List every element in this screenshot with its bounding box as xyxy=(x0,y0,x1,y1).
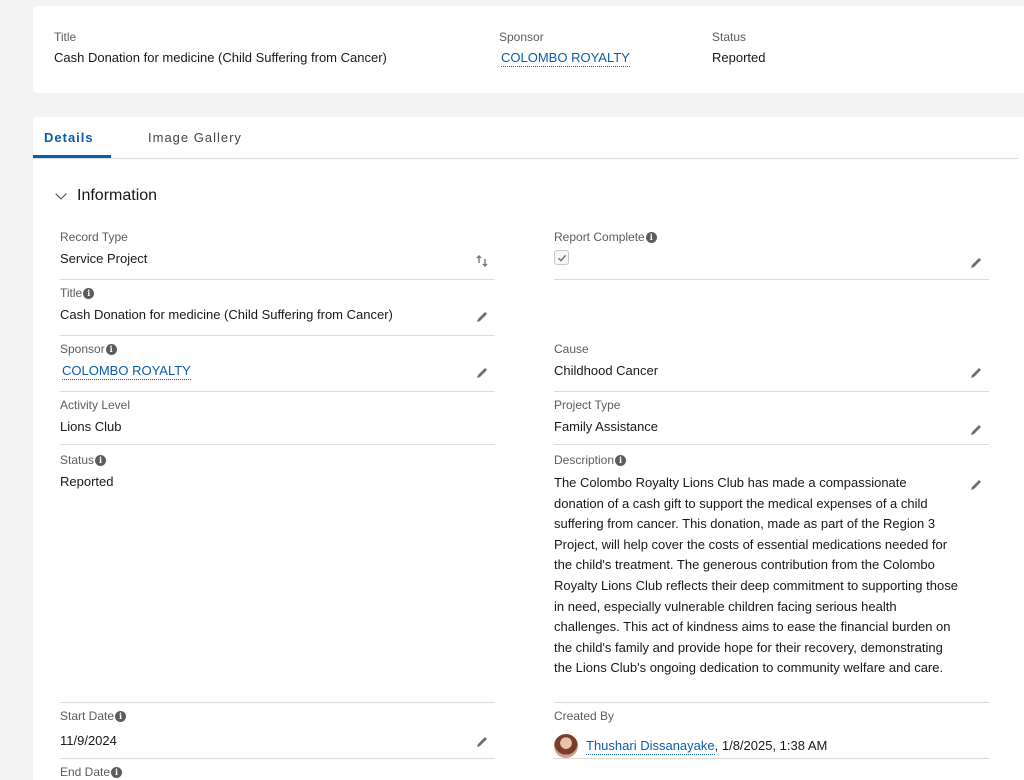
field-activity-level: Activity Level Lions Club xyxy=(60,398,495,445)
active-tab-indicator xyxy=(33,155,111,158)
info-icon[interactable]: i xyxy=(615,454,627,466)
highlight-title-label: Title xyxy=(54,30,77,44)
project-type-value: Family Assistance xyxy=(554,419,659,434)
highlight-sponsor: Sponsor COLOMBO ROYALTY xyxy=(499,30,630,67)
tab-details[interactable]: Details xyxy=(44,130,94,145)
section-title: Information xyxy=(77,187,158,204)
field-description: Description i The Colombo Royalty Lions C… xyxy=(554,453,989,703)
avatar xyxy=(554,734,578,758)
info-icon[interactable]: i xyxy=(95,454,107,466)
report-complete-checkbox xyxy=(554,250,569,265)
highlight-title-value: Cash Donation for medicine (Child Suffer… xyxy=(54,50,387,65)
start-date-label-wrap: Start Date i xyxy=(60,709,127,723)
report-complete-label-wrap: Report Complete i xyxy=(554,230,657,244)
description-value: The Colombo Royalty Lions Club has made … xyxy=(554,475,958,676)
field-start-date: Start Date i 11/9/2024 xyxy=(60,709,495,759)
edit-description-pencil-icon[interactable] xyxy=(969,478,983,492)
description-label-wrap: Description i xyxy=(554,453,627,467)
end-date-label-wrap: End Date i xyxy=(60,765,123,779)
edit-project-type-pencil-icon[interactable] xyxy=(969,423,983,437)
section-information-toggle[interactable]: Information xyxy=(55,187,158,205)
highlight-status: Status Reported xyxy=(712,30,765,65)
change-record-type-icon[interactable] xyxy=(475,254,489,268)
edit-cause-pencil-icon[interactable] xyxy=(969,366,983,380)
project-type-label: Project Type xyxy=(554,398,621,412)
title-label-wrap: Title i xyxy=(60,286,95,300)
field-end-date: End Date i xyxy=(60,765,495,780)
created-by-value: Thushari Dissanayake, 1/8/2025, 1:38 AM xyxy=(586,738,828,755)
highlight-sponsor-link[interactable]: COLOMBO ROYALTY xyxy=(501,50,630,67)
highlight-status-value: Reported xyxy=(712,50,766,65)
record-detail-card: Details Image Gallery Information Record… xyxy=(33,117,1024,780)
sponsor-link[interactable]: COLOMBO ROYALTY xyxy=(62,363,191,380)
field-status: Status i Reported xyxy=(60,453,495,703)
cause-value: Childhood Cancer xyxy=(554,363,659,378)
activity-level-value: Lions Club xyxy=(60,419,122,434)
highlight-title: Title Cash Donation for medicine (Child … xyxy=(54,30,387,65)
info-icon[interactable]: i xyxy=(83,287,95,299)
status-value: Reported xyxy=(60,474,114,489)
status-label: Status xyxy=(60,453,95,467)
report-complete-label: Report Complete xyxy=(554,230,645,244)
start-date-label: Start Date xyxy=(60,709,115,723)
sponsor-label: Sponsor xyxy=(60,342,105,356)
sponsor-label-wrap: Sponsor i xyxy=(60,342,117,356)
tab-image-gallery[interactable]: Image Gallery xyxy=(148,130,242,145)
edit-title-pencil-icon[interactable] xyxy=(475,310,489,324)
record-type-label: Record Type xyxy=(60,230,128,244)
title-value: Cash Donation for medicine (Child Suffer… xyxy=(60,307,393,322)
chevron-down-icon xyxy=(55,188,67,200)
description-label: Description xyxy=(554,453,615,467)
created-by-timestamp: , 1/8/2025, 1:38 AM xyxy=(714,738,828,753)
field-project-type: Project Type Family Assistance xyxy=(554,398,989,445)
created-by-label: Created By xyxy=(554,709,615,723)
field-title: Title i Cash Donation for medicine (Child… xyxy=(60,286,495,336)
edit-report-complete-pencil-icon[interactable] xyxy=(969,256,983,270)
field-record-type: Record Type Service Project xyxy=(60,230,495,280)
field-created-by: Created By Thushari Dissanayake, 1/8/202… xyxy=(554,709,989,759)
info-icon[interactable]: i xyxy=(645,231,657,243)
edit-sponsor-pencil-icon[interactable] xyxy=(475,366,489,380)
field-sponsor: Sponsor i COLOMBO ROYALTY xyxy=(60,342,495,392)
title-label: Title xyxy=(60,286,83,300)
record-type-value: Service Project xyxy=(60,251,148,266)
created-by-user-link[interactable]: Thushari Dissanayake xyxy=(586,738,715,755)
end-date-label: End Date xyxy=(60,765,111,779)
checkmark-icon xyxy=(557,254,566,262)
info-icon[interactable]: i xyxy=(111,766,123,778)
cause-label: Cause xyxy=(554,342,589,356)
highlight-sponsor-label: Sponsor xyxy=(499,30,544,44)
field-cause: Cause Childhood Cancer xyxy=(554,342,989,392)
info-icon[interactable]: i xyxy=(115,710,127,722)
status-label-wrap: Status i xyxy=(60,453,107,467)
start-date-value: 11/9/2024 xyxy=(60,733,117,748)
field-report-complete: Report Complete i xyxy=(554,230,989,280)
activity-level-label: Activity Level xyxy=(60,398,131,412)
edit-start-date-pencil-icon[interactable] xyxy=(475,735,489,749)
highlight-status-label: Status xyxy=(712,30,747,44)
tab-bar: Details Image Gallery xyxy=(33,117,1018,159)
info-icon[interactable]: i xyxy=(105,343,117,355)
highlights-panel: Title Cash Donation for medicine (Child … xyxy=(33,6,1024,93)
